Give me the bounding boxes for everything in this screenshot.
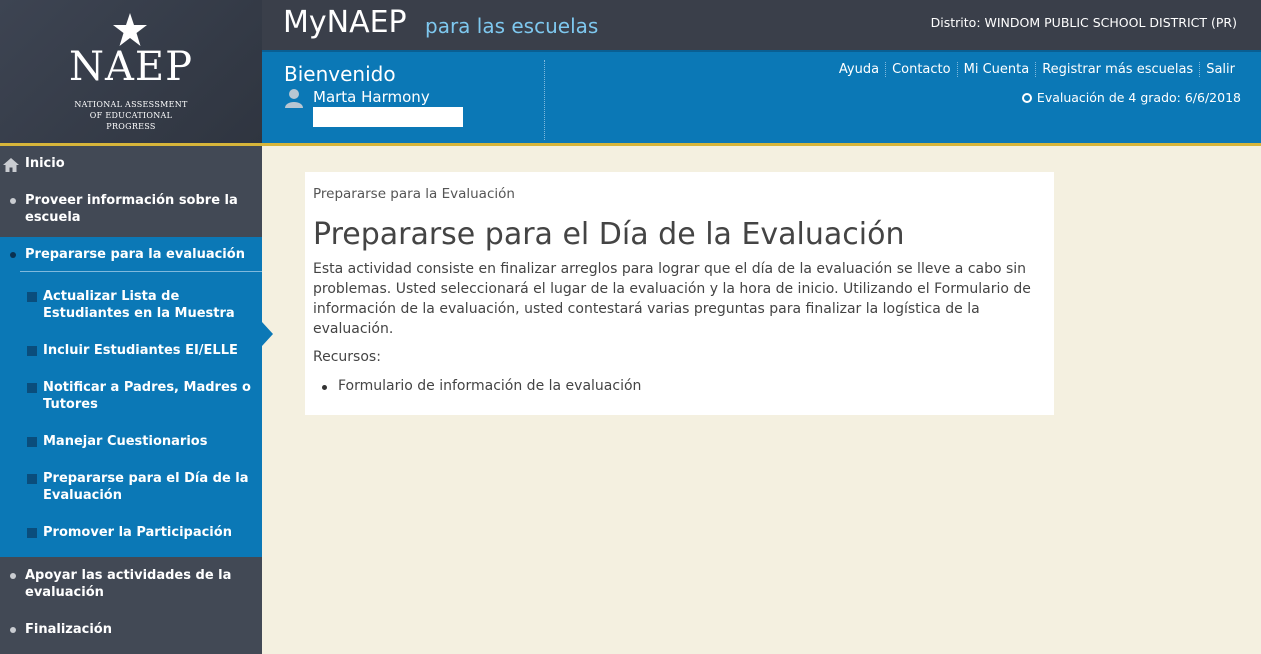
top-links: Ayuda Contacto Mi Cuenta Registrar más e…	[833, 62, 1241, 77]
sidebar-subitem-label: Actualizar Lista de Estudiantes en la Mu…	[43, 289, 235, 321]
my-account-link[interactable]: Mi Cuenta	[956, 62, 1036, 77]
logo-brand: NAEP	[69, 44, 193, 90]
circle-icon	[1021, 92, 1032, 103]
sidebar-subitem-label: Manejar Cuestionarios	[43, 434, 208, 449]
bullet-icon	[10, 198, 16, 204]
logo-subtitle-line: OF EDUCATIONAL	[89, 111, 173, 120]
active-indicator-arrow	[262, 322, 273, 346]
welcome-label: Bienvenido	[284, 62, 396, 86]
logo-subtitle-line: NATIONAL ASSESSMENT	[74, 100, 188, 109]
user-name: Marta Harmony	[313, 88, 430, 106]
list-item[interactable]: Formulario de información de la evaluaci…	[313, 378, 641, 394]
evaluation-date-text: Evaluación de 4 grado: 6/6/2018	[1036, 90, 1241, 105]
square-icon	[27, 437, 37, 447]
user-info-box	[313, 107, 463, 127]
register-schools-link[interactable]: Registrar más escuelas	[1035, 62, 1199, 77]
sidebar-subitem-label: Prepararse para el Día de la Evaluación	[43, 471, 249, 503]
sidebar-item-label: Apoyar las actividades de la evaluación	[25, 568, 232, 600]
home-icon	[3, 158, 19, 172]
divider	[544, 60, 545, 140]
sidebar: Inicio Proveer información sobre la escu…	[0, 146, 262, 654]
sidebar-item-label: Prepararse para la evaluación	[25, 247, 245, 262]
square-icon	[27, 474, 37, 484]
square-icon	[27, 383, 37, 393]
bullet-icon	[322, 385, 327, 390]
welcome-bar: Bienvenido Marta Harmony Ayuda Contacto …	[262, 50, 1261, 146]
evaluation-date: Evaluación de 4 grado: 6/6/2018	[1021, 90, 1241, 105]
resources-label: Recursos:	[313, 349, 381, 365]
page-title: Prepararse para el Día de la Evaluación	[313, 217, 905, 252]
square-icon	[27, 346, 37, 356]
logo-subtitle: NATIONAL ASSESSMENT OF EDUCATIONAL PROGR…	[0, 99, 262, 132]
square-icon	[27, 292, 37, 302]
divider	[20, 271, 262, 272]
square-icon	[27, 528, 37, 538]
resource-link[interactable]: Formulario de información de la evaluaci…	[338, 378, 641, 394]
bullet-icon	[10, 627, 16, 633]
top-header: MyNAEP para las escuelas Distrito: WINDO…	[262, 0, 1261, 50]
logo-subtitle-line: PROGRESS	[106, 122, 156, 131]
naep-logo[interactable]: NAEP NATIONAL ASSESSMENT OF EDUCATIONAL …	[0, 0, 262, 146]
district-label: Distrito: WINDOM PUBLIC SCHOOL DISTRICT …	[930, 15, 1237, 30]
sidebar-item-label: Finalización	[25, 622, 112, 637]
sidebar-subitem-label: Promover la Participación	[43, 525, 232, 540]
sidebar-subitem-label: Notificar a Padres, Madres o Tutores	[43, 380, 251, 412]
logout-link[interactable]: Salir	[1199, 62, 1241, 77]
sidebar-section-prepare: Prepararse para la evaluación Actualizar…	[0, 237, 262, 557]
star-icon	[113, 13, 147, 46]
app-subtitle: para las escuelas	[425, 14, 599, 38]
sidebar-item-label: Proveer información sobre la escuela	[25, 193, 238, 225]
user-icon	[285, 89, 303, 108]
app-title: MyNAEP	[283, 5, 407, 40]
bullet-icon	[10, 573, 16, 579]
content-card: Prepararse para la Evaluación Prepararse…	[305, 172, 1054, 415]
help-link[interactable]: Ayuda	[833, 62, 885, 77]
page-description: Esta actividad consiste en finalizar arr…	[313, 261, 1031, 337]
contact-link[interactable]: Contacto	[885, 62, 957, 77]
bullet-icon	[10, 252, 16, 258]
breadcrumb: Prepararse para la Evaluación	[313, 186, 515, 202]
sidebar-item-label: Inicio	[25, 156, 65, 171]
sidebar-subitem-label: Incluir Estudiantes EI/ELLE	[43, 343, 238, 358]
resources-list: Formulario de información de la evaluaci…	[313, 378, 641, 394]
